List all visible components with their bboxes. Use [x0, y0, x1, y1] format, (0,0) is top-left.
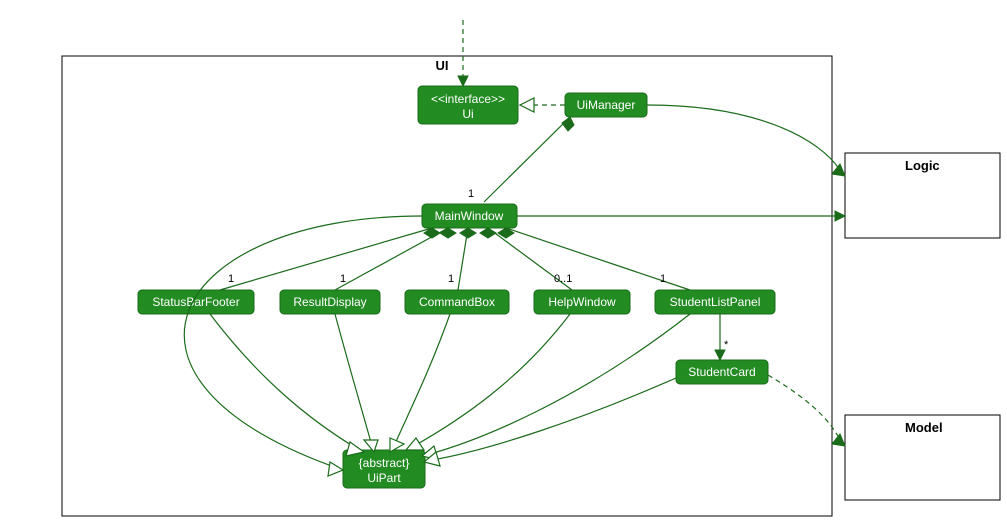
- mult-mw-to-um: 1: [468, 188, 474, 200]
- node-ui-part-name: UiPart: [367, 471, 401, 485]
- package-ui: [62, 56, 832, 516]
- package-logic-label: Logic: [905, 158, 940, 173]
- node-help-window-name: HelpWindow: [548, 295, 616, 309]
- arrow-studentcard-model: [832, 434, 845, 446]
- node-ui-interface-name: Ui: [462, 107, 473, 121]
- mult-mw-result: 1: [340, 273, 346, 285]
- arrow-mainwindow-logic: [835, 211, 845, 221]
- mult-slp-sc: *: [724, 339, 729, 351]
- mult-mw-help: 0..1: [554, 273, 572, 285]
- node-ui-manager-name: UiManager: [577, 98, 636, 112]
- arrow-uimanager-logic: [832, 164, 845, 176]
- node-student-list-panel-name: StudentListPanel: [670, 295, 761, 309]
- node-command-box-name: CommandBox: [419, 295, 495, 309]
- node-ui-part-stereo: {abstract}: [359, 456, 410, 470]
- node-ui-interface-stereo: <<interface>>: [431, 92, 505, 106]
- package-model-label: Model: [905, 420, 943, 435]
- mult-mw-status: 1: [228, 273, 234, 285]
- node-student-card-name: StudentCard: [688, 365, 755, 379]
- package-ui-label: UI: [436, 58, 449, 73]
- node-main-window-name: MainWindow: [435, 209, 504, 223]
- mult-mw-cmd: 1: [448, 273, 454, 285]
- mult-mw-slp: 1: [660, 273, 666, 285]
- node-result-display-name: ResultDisplay: [293, 295, 366, 309]
